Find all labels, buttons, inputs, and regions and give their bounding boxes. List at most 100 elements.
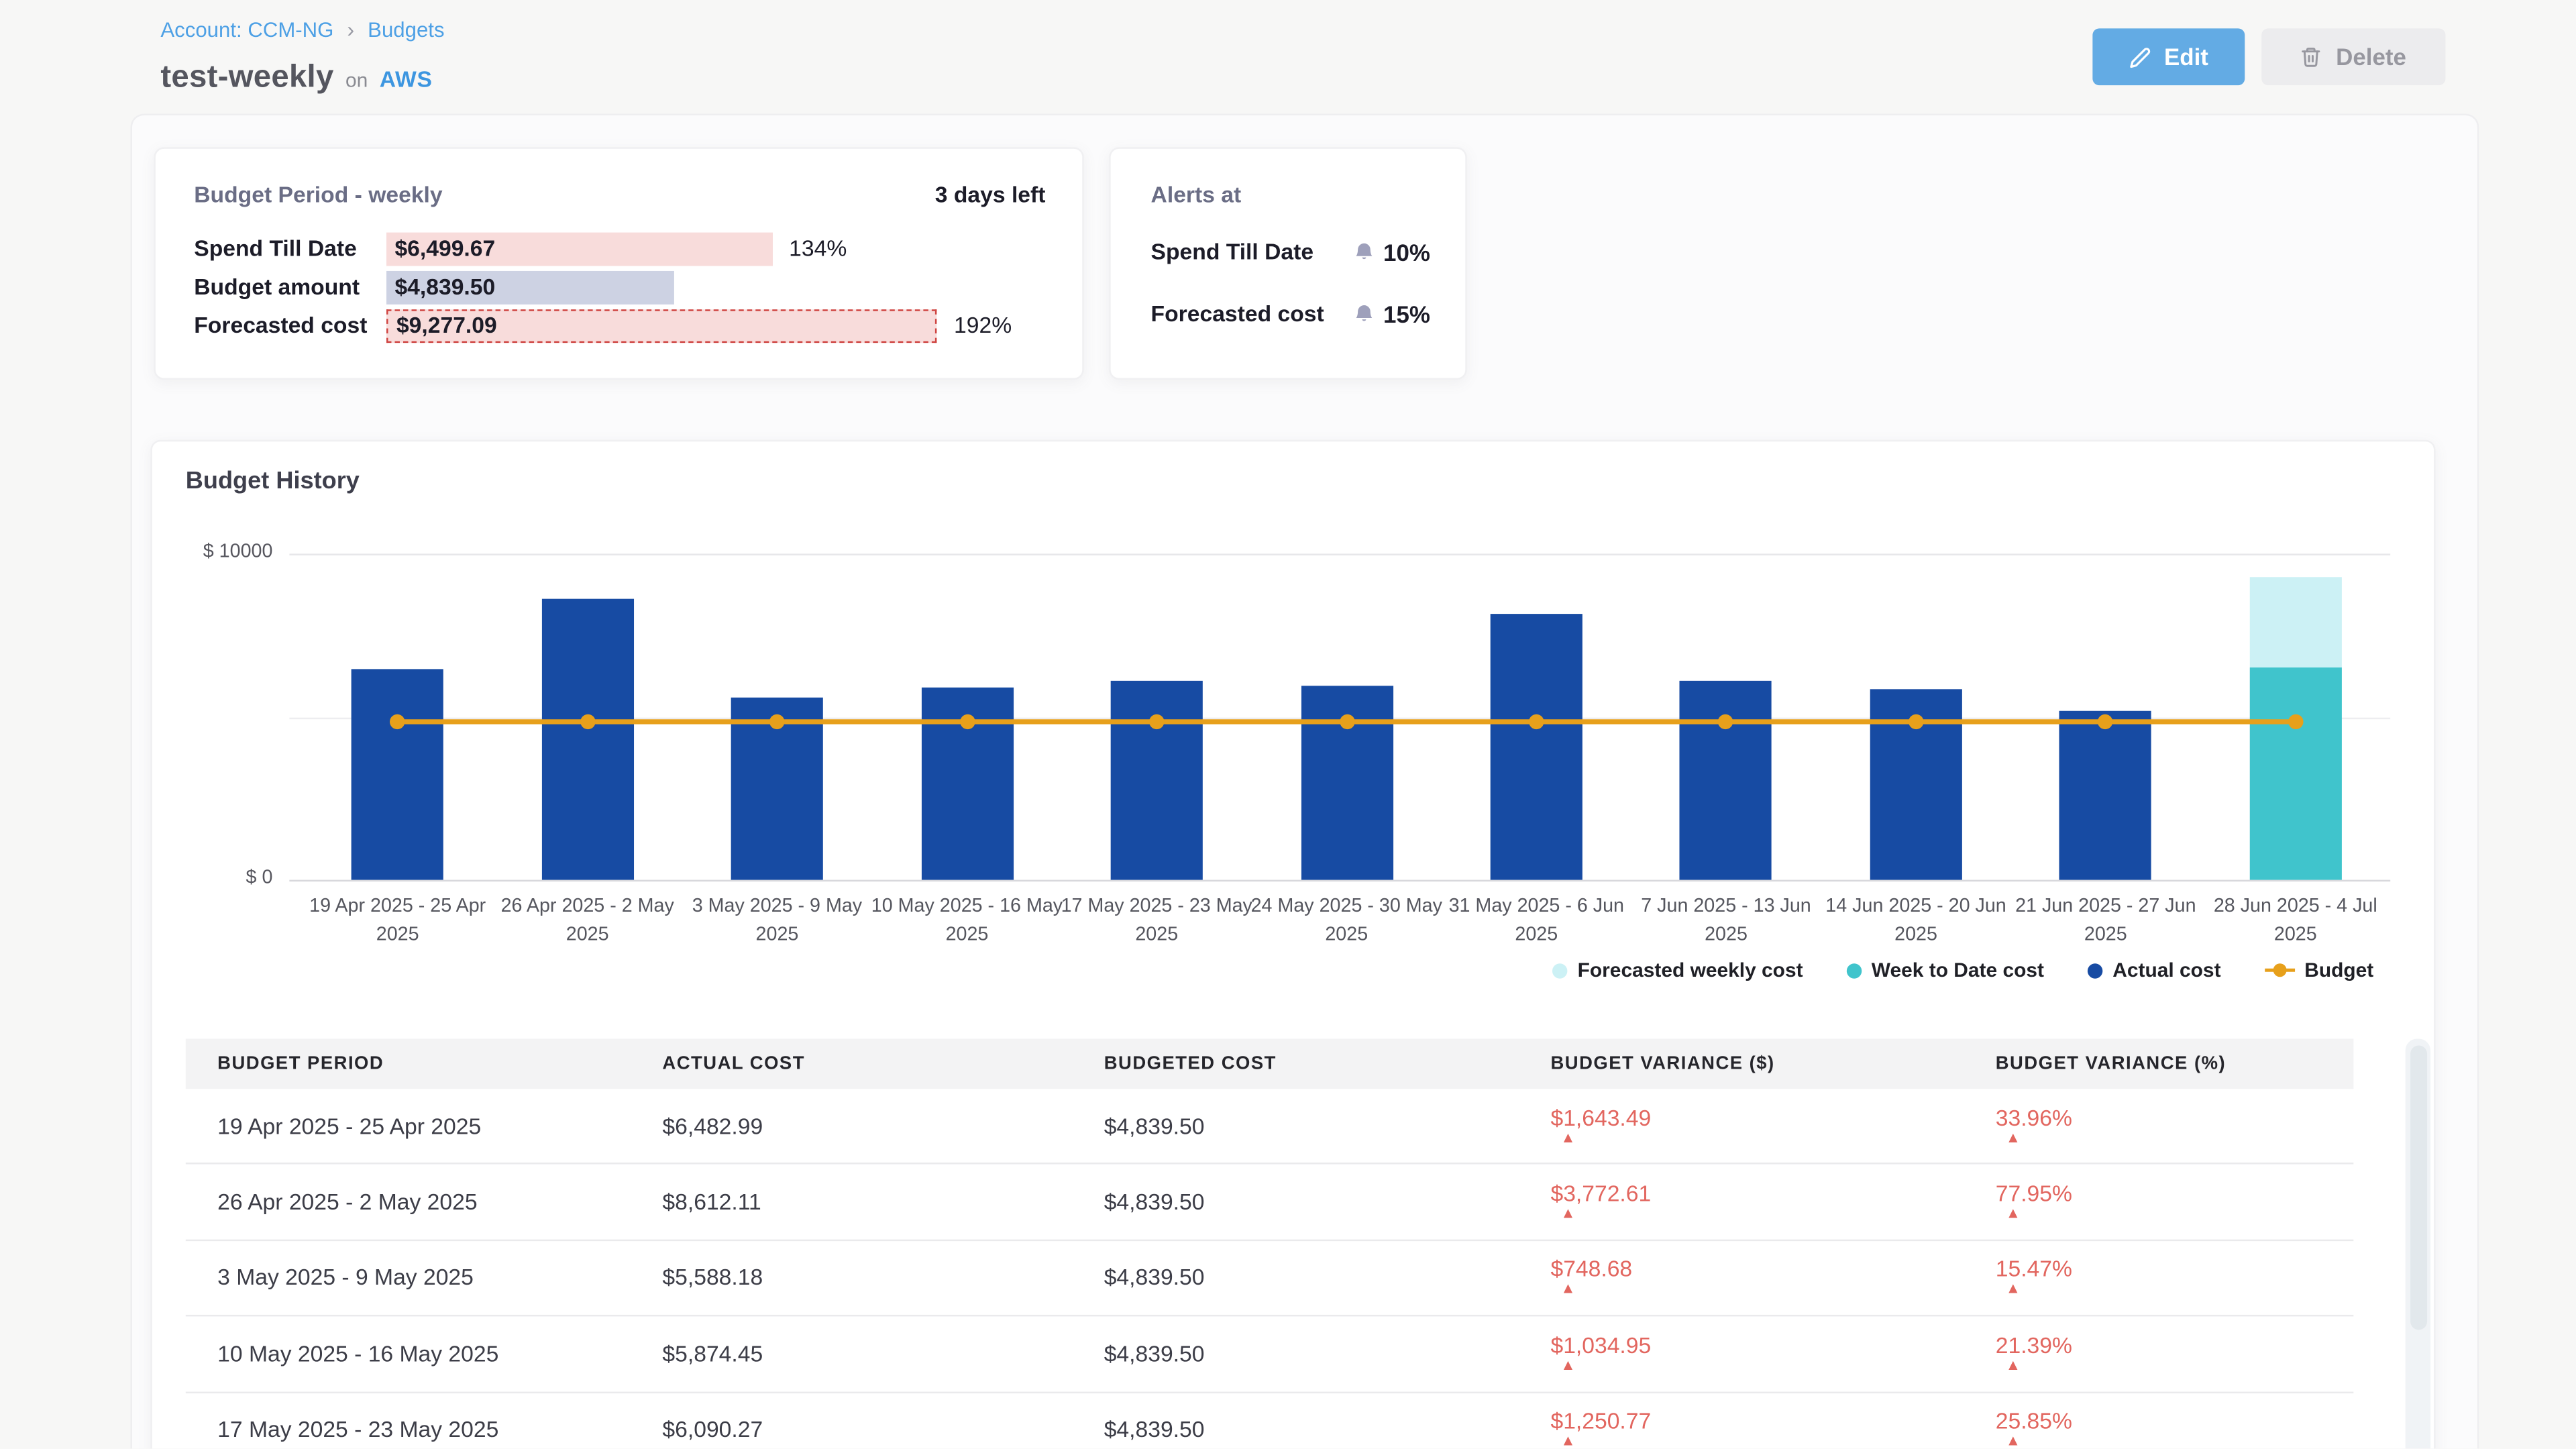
legend-item-forecasted-weekly-cost[interactable]: Forecasted weekly cost — [1552, 959, 1803, 982]
variance-up-triangle-icon: ▲ — [2006, 1205, 2354, 1222]
actual-cost-bar[interactable] — [1111, 681, 1203, 879]
alert-row-value: 15% — [1353, 301, 1430, 327]
forecasted-weekly-cost-bar[interactable] — [2249, 577, 2341, 667]
budget-period-bar-forecast: $9,277.09 — [386, 309, 937, 342]
alert-row: Forecasted cost 15% — [1151, 296, 1430, 331]
table-cell-variance: $748.68▲ — [1519, 1257, 1964, 1299]
budget-line-marker[interactable] — [2288, 714, 2303, 729]
budget-period-bar-spend: $6,499.67 — [386, 231, 772, 265]
trash-icon — [2301, 45, 2322, 68]
table-cell-variance: 25.85%▲ — [1964, 1409, 2353, 1449]
x-axis-category-label: 24 May 2025 - 30 May 2025 — [1250, 894, 1444, 949]
delete-button-label: Delete — [2336, 44, 2406, 70]
variance-up-triangle-icon: ▲ — [2006, 1128, 2354, 1145]
table-header-cell: ACTUAL COST — [631, 1054, 1072, 1074]
y-axis-tick-label: $ 10000 — [152, 542, 273, 562]
cloud-provider-label: AWS — [380, 67, 433, 92]
table-header-cell: BUDGET VARIANCE ($) — [1519, 1054, 1964, 1074]
budget-history-card: Budget History $ 10000$ 019 Apr 2025 - 2… — [150, 440, 2435, 1449]
table-scrollbar-thumb[interactable] — [2410, 1045, 2426, 1330]
actual-cost-bar[interactable] — [2059, 710, 2151, 880]
budget-period-bar-value: $6,499.67 — [386, 236, 495, 261]
table-cell-variance: $1,034.95▲ — [1519, 1333, 1964, 1375]
budget-period-row-percent: 192% — [954, 313, 1012, 337]
page-title: test-weekly — [160, 60, 333, 97]
legend-item-actual-cost[interactable]: Actual cost — [2088, 959, 2221, 982]
budget-period-row-percent: 134% — [789, 236, 847, 261]
table-cell-variance: $1,643.49▲ — [1519, 1105, 1964, 1146]
week-to-date-cost-bar[interactable] — [2249, 668, 2341, 880]
table-cell: $5,874.45 — [631, 1341, 1072, 1366]
table-cell: $4,839.50 — [1072, 1265, 1519, 1290]
alert-rows: Spend Till Date10% Forecasted cost 15% — [1151, 234, 1430, 331]
legend-item-week-to-date-cost[interactable]: Week to Date cost — [1846, 959, 2044, 982]
legend-label: Forecasted weekly cost — [1578, 959, 1803, 982]
page: Account: CCM-NG › Budgets test-weekly on… — [0, 0, 2576, 1449]
budget-period-row: Spend Till Date$6,499.67 134% — [194, 229, 1045, 268]
x-axis-category-label: 31 May 2025 - 6 Jun 2025 — [1440, 894, 1633, 949]
table-cell-variance: $1,250.77▲ — [1519, 1409, 1964, 1449]
pencil-icon — [2129, 46, 2151, 68]
alert-threshold-percent: 15% — [1383, 301, 1430, 327]
x-axis-category-label: 7 Jun 2025 - 13 Jun 2025 — [1629, 894, 1823, 949]
variance-up-triangle-icon: ▲ — [1560, 1432, 1964, 1449]
table-cell-variance: 77.95%▲ — [1964, 1181, 2353, 1223]
table-header-row: BUDGET PERIODACTUAL COSTBUDGETED COSTBUD… — [186, 1038, 2354, 1089]
budget-period-row-label: Forecasted cost — [194, 313, 386, 337]
budget-period-bar-value: $4,839.50 — [386, 274, 495, 299]
budget-period-row: Forecasted cost$9,277.09 192% — [194, 306, 1045, 344]
actual-cost-bar[interactable] — [1491, 614, 1582, 879]
budget-period-card-title: Budget Period - weekly — [194, 182, 442, 207]
table-cell: $6,482.99 — [631, 1114, 1072, 1138]
table-row: 26 Apr 2025 - 2 May 2025$8,612.11$4,839.… — [186, 1165, 2354, 1240]
header-actions: Edit Delete — [2092, 28, 2445, 85]
actual-cost-bar[interactable] — [541, 599, 633, 880]
table-cell: 10 May 2025 - 16 May 2025 — [186, 1341, 631, 1366]
x-axis-category-label: 10 May 2025 - 16 May 2025 — [870, 894, 1064, 949]
x-axis-category-label: 14 Jun 2025 - 20 Jun 2025 — [1819, 894, 2012, 949]
table-cell-variance: $3,772.61▲ — [1519, 1181, 1964, 1223]
variance-up-triangle-icon: ▲ — [1560, 1356, 1964, 1373]
breadcrumb-separator-icon: › — [347, 17, 354, 42]
table-cell: 3 May 2025 - 9 May 2025 — [186, 1265, 631, 1290]
table-row: 17 May 2025 - 23 May 2025$6,090.27$4,839… — [186, 1393, 2354, 1449]
page-title-row: test-weekly on AWS — [160, 60, 432, 97]
chart-gridline — [289, 880, 2390, 881]
breadcrumb-account-link[interactable]: Account: CCM-NG — [160, 17, 333, 41]
budget-period-bar-budget: $4,839.50 — [386, 270, 674, 304]
table-cell-variance: 15.47%▲ — [1964, 1257, 2353, 1299]
actual-cost-bar[interactable] — [352, 668, 443, 879]
actual-cost-bar[interactable] — [1680, 681, 1772, 880]
budget-period-row-label: Spend Till Date — [194, 236, 386, 261]
alert-row: Spend Till Date10% — [1151, 234, 1430, 269]
legend-swatch-icon — [1846, 963, 1861, 977]
legend-swatch-icon — [2088, 963, 2102, 977]
alert-row-label: Forecasted cost — [1151, 301, 1324, 326]
delete-button[interactable]: Delete — [2261, 28, 2445, 85]
table-header-cell: BUDGET VARIANCE (%) — [1964, 1054, 2353, 1074]
edit-button[interactable]: Edit — [2092, 28, 2245, 85]
bell-icon — [1353, 240, 1375, 264]
x-axis-category-label: 28 Jun 2025 - 4 Jul 2025 — [2198, 894, 2392, 949]
breadcrumb-budgets-link[interactable]: Budgets — [368, 17, 444, 41]
table-scrollbar-track[interactable] — [2406, 1038, 2430, 1449]
budget-period-card: Budget Period - weekly 3 days left Spend… — [154, 147, 1083, 380]
alerts-card: Alerts at Spend Till Date10% Forecasted c… — [1109, 147, 1467, 380]
x-axis-category-label: 3 May 2025 - 9 May 2025 — [680, 894, 874, 949]
x-axis-category-label: 17 May 2025 - 23 May 2025 — [1060, 894, 1254, 949]
table-cell: $6,090.27 — [631, 1417, 1072, 1442]
variance-up-triangle-icon: ▲ — [2006, 1281, 2354, 1297]
variance-up-triangle-icon: ▲ — [2006, 1356, 2354, 1373]
budget-period-card-header: Budget Period - weekly 3 days left — [194, 182, 1045, 207]
breadcrumb: Account: CCM-NG › Budgets — [160, 17, 444, 42]
budget-line-marker[interactable] — [1909, 714, 1923, 729]
page-title-on-label: on — [345, 68, 368, 92]
table-cell: $4,839.50 — [1072, 1114, 1519, 1138]
alerts-card-header: Alerts at — [1151, 182, 1430, 207]
budget-history-table: BUDGET PERIODACTUAL COSTBUDGETED COSTBUD… — [186, 1038, 2354, 1449]
budget-period-bar-value: $9,277.09 — [388, 313, 496, 337]
budget-period-row: Budget amount$4,839.50 — [194, 268, 1045, 306]
table-cell: 19 Apr 2025 - 25 Apr 2025 — [186, 1114, 631, 1138]
legend-item-budget[interactable]: Budget — [2264, 959, 2373, 982]
budget-line-marker[interactable] — [580, 714, 594, 729]
